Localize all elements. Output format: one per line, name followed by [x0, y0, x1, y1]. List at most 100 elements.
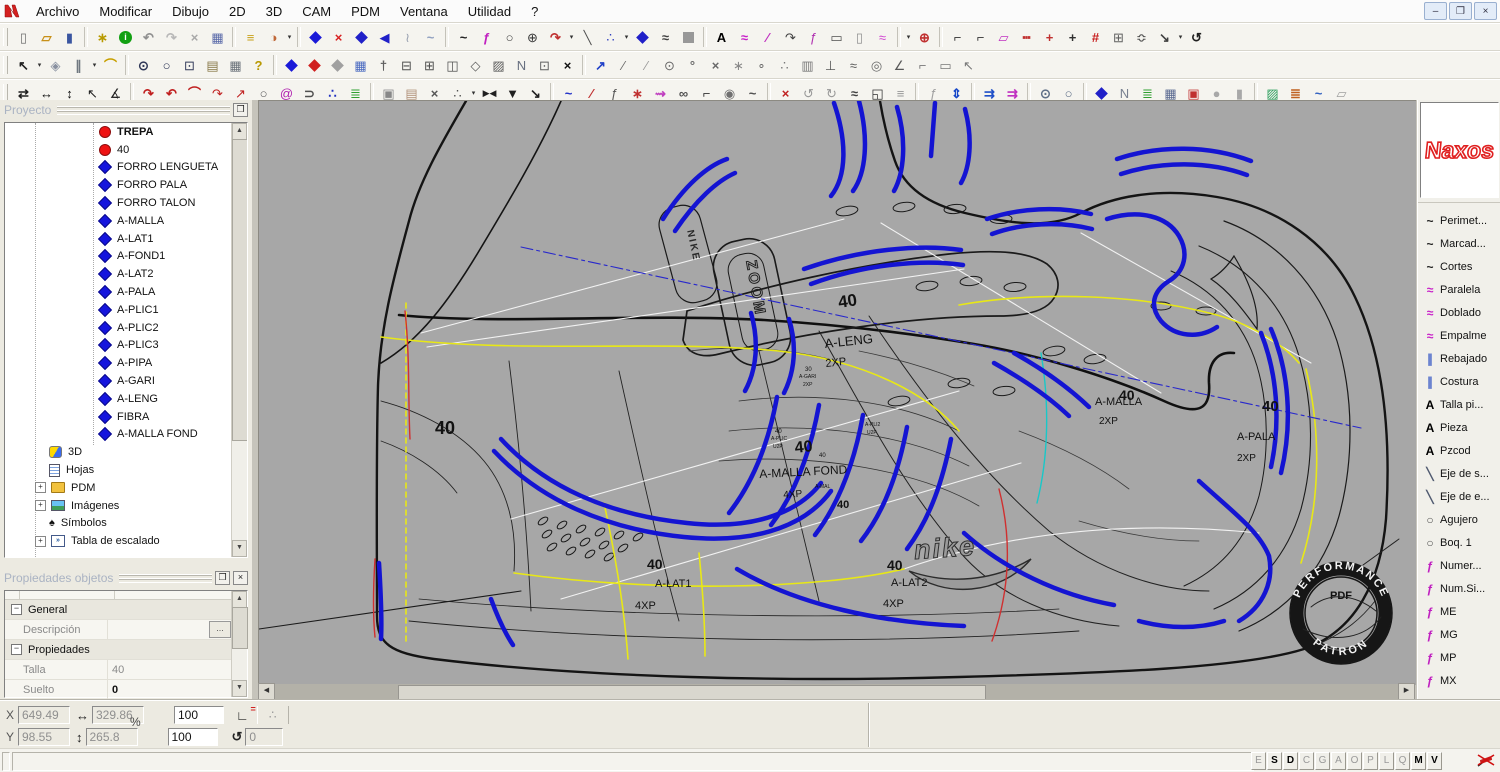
layers-icon[interactable]: ≡ [239, 26, 262, 48]
piece-prev-icon[interactable] [326, 54, 349, 76]
project-panel-dock-button[interactable]: ❒ [233, 103, 248, 117]
curve-arrows-icon[interactable]: ≈ [654, 26, 677, 48]
bow-pen-icon[interactable]: ⌒ [99, 54, 122, 76]
tree-item-forro-talon[interactable]: FORRO TALON [5, 194, 232, 212]
align-piece-icon[interactable]: ◀ [373, 26, 396, 48]
tool-mx[interactable]: ƒ MX [1418, 669, 1500, 692]
collapse-icon[interactable]: − [11, 644, 22, 655]
letter-toggle-a[interactable]: A [1331, 752, 1346, 770]
tree-item-hojas[interactable]: Hojas [5, 461, 232, 479]
snap-ruler-icon[interactable]: ▥ [796, 54, 819, 76]
print-icon[interactable]: ▦ [224, 54, 247, 76]
tree-item-a-pipa[interactable]: A-PIPA [5, 354, 232, 372]
tree-item-a-plic1[interactable]: A-PLIC1 [5, 301, 232, 319]
properties-panel-dock-button[interactable]: ❒ [215, 571, 230, 585]
tool-costura[interactable]: ∥ Costura [1418, 370, 1500, 393]
restore-button[interactable]: ❐ [1449, 2, 1472, 20]
piece-next-icon[interactable] [280, 54, 303, 76]
snap-perpendicular-icon[interactable]: ⊥ [819, 54, 842, 76]
menu-utilidad[interactable]: Utilidad [458, 3, 521, 20]
snap-node-icon[interactable]: ° [681, 54, 704, 76]
tree-expand-icon[interactable]: + [35, 535, 46, 547]
dropdown-arrow[interactable]: ▾ [90, 54, 99, 76]
tool-empalme[interactable]: ≈ Empalme [1418, 324, 1500, 347]
hash-red-icon[interactable]: # [1084, 26, 1107, 48]
snap-extension-icon[interactable]: ↖ [957, 54, 980, 76]
snap-angle-icon[interactable]: ∠ [888, 54, 911, 76]
shape-flip-icon[interactable]: ≎ [1130, 26, 1153, 48]
no-edit-pencil-icon[interactable] [1476, 752, 1496, 771]
snap-center-icon[interactable]: ⊙ [658, 54, 681, 76]
tree-expand-icon[interactable]: + [35, 500, 46, 512]
pin-icon[interactable]: † [372, 54, 395, 76]
tree-item-im-genes[interactable]: + Imágenes [5, 497, 232, 515]
letter-toggle-m[interactable]: M [1411, 752, 1426, 770]
tool-eje-de-s[interactable]: ╲ Eje de s... [1418, 462, 1500, 485]
tool-mg[interactable]: ƒ MG [1418, 623, 1500, 646]
last-outline-icon[interactable]: ≀ [396, 26, 419, 48]
scroll-thumb[interactable] [232, 607, 248, 649]
red-cross-icon[interactable]: + [1038, 26, 1061, 48]
break-icon[interactable]: × [556, 54, 579, 76]
curve-icon[interactable]: ~ [452, 26, 475, 48]
tool-numer[interactable]: ƒ Numer... [1418, 554, 1500, 577]
help-icon[interactable]: ? [247, 54, 270, 76]
dropdown-arrow[interactable]: ▾ [622, 26, 631, 48]
scroll-thumb[interactable] [232, 139, 247, 441]
tool-talla-pi[interactable]: A Talla pi... [1418, 393, 1500, 416]
tool-paralela[interactable]: ≈ Paralela [1418, 278, 1500, 301]
pens-icon[interactable]: ∥ [67, 54, 90, 76]
redo-icon[interactable]: ↷ [160, 26, 183, 48]
scroll-up-arrow[interactable]: ▲ [232, 123, 247, 140]
split-view-icon[interactable]: ◫ [441, 54, 464, 76]
solid-fill-icon[interactable] [677, 26, 700, 48]
fill-piece-icon[interactable] [631, 26, 654, 48]
angle-reference-icon[interactable]: ∟ = [236, 704, 256, 723]
open-folder-icon[interactable]: ▱ [35, 26, 58, 48]
delete-piece-icon[interactable]: × [327, 26, 350, 48]
circle-icon[interactable]: ○ [498, 26, 521, 48]
undo-icon[interactable]: ↶ [137, 26, 160, 48]
tree-item-a-plic2[interactable]: A-PLIC2 [5, 319, 232, 337]
toolbar-grip[interactable] [3, 56, 8, 74]
scroll-left-arrow[interactable]: ◀ [258, 683, 275, 700]
axis-icon[interactable]: ◇ [464, 54, 487, 76]
tree-item-a-malla-fond[interactable]: A-MALLA FOND [5, 426, 232, 444]
diamond-pen-icon[interactable]: ◈ [44, 54, 67, 76]
trapezoid-icon[interactable]: ▱ [992, 26, 1015, 48]
scale-y-field[interactable]: 100 [167, 728, 218, 746]
tool-agujero[interactable]: ○ Agujero [1418, 508, 1500, 531]
dimension-box-icon[interactable]: ⊡ [533, 54, 556, 76]
tree-item-40[interactable]: 40 [5, 141, 232, 159]
tree-item-pdm[interactable]: + PDM [5, 479, 232, 497]
ruler-icon[interactable]: ▤ [201, 54, 224, 76]
snap-corner-icon[interactable]: ⌐ [911, 54, 934, 76]
menu-dibujo[interactable]: Dibujo [162, 3, 219, 20]
tree-item-a-plic3[interactable]: A-PLIC3 [5, 337, 232, 355]
description-more-button[interactable]: ... [209, 621, 231, 638]
text-icon[interactable]: A [710, 26, 733, 48]
letter-toggle-l[interactable]: L [1379, 752, 1394, 770]
properties-scrollbar[interactable]: ▲ ▼ [231, 591, 248, 697]
reference-point-icon[interactable]: ⊕ [521, 26, 544, 48]
menu-2d[interactable]: 2D [219, 3, 256, 20]
tree-item-a-leng[interactable]: A-LENG [5, 390, 232, 408]
menu-archivo[interactable]: Archivo [26, 3, 89, 20]
zoom-page-icon[interactable]: ⊡ [178, 54, 201, 76]
new-document-icon[interactable]: ▯ [12, 26, 35, 48]
scroll-down-arrow[interactable]: ▼ [232, 540, 247, 557]
letter-toggle-g[interactable]: G [1315, 752, 1330, 770]
pen-slash-icon[interactable]: ∕ [756, 26, 779, 48]
tree-item-trepa[interactable]: TREPA [5, 123, 232, 141]
rotation-field[interactable]: 0 [245, 728, 284, 746]
letter-toggle-v[interactable]: V [1427, 752, 1442, 770]
tree-item-forro-pala[interactable]: FORRO PALA [5, 176, 232, 194]
scroll-thumb[interactable] [398, 685, 986, 700]
group-row-properties[interactable]: − Propiedades [5, 640, 247, 660]
tree-item-tabla-de-escalado[interactable]: + » Tabla de escalado [5, 532, 232, 550]
split-horizontal-icon[interactable]: ⊟ [395, 54, 418, 76]
tool-boq-1[interactable]: ○ Boq. 1 [1418, 531, 1500, 554]
scroll-up-arrow[interactable]: ▲ [232, 591, 247, 608]
snap-apparent-icon[interactable]: ∗ [727, 54, 750, 76]
letter-toggle-d[interactable]: D [1283, 752, 1298, 770]
